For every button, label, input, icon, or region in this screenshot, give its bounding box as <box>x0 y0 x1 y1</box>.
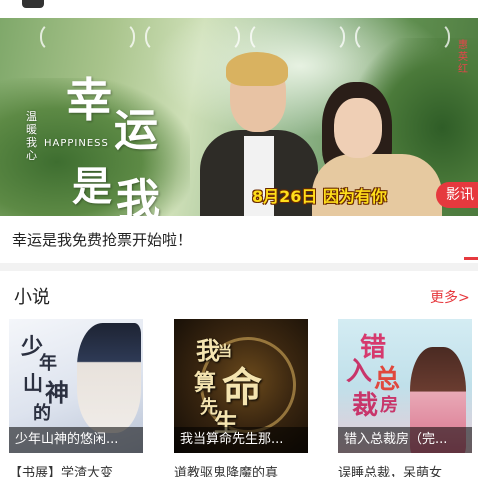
book-card[interactable]: 我 当 算 命 先 生 我当算命先生那... 道教驱鬼降魔的真 <box>174 319 308 477</box>
more-link[interactable]: 更多> <box>430 287 470 307</box>
cover-title-char: 裁 <box>352 391 379 421</box>
book-description[interactable]: 【书展】学渣大变 <box>9 462 149 477</box>
cover-title-char: 房 <box>380 395 398 416</box>
title-english: HAPPINESS <box>44 138 109 149</box>
status-icon <box>22 0 44 8</box>
book-cover[interactable]: 错 入 总 裁 房 错入总裁房（完... <box>338 319 472 453</box>
movie-title: 幸 运 HAPPINESS 是 我 <box>44 64 202 216</box>
book-card[interactable]: 错 入 总 裁 房 错入总裁房（完... 误睡总裁，呆萌女 <box>338 319 472 477</box>
banner-headline[interactable]: 幸运是我免费抢票开始啦！ <box>12 229 192 250</box>
title-char: 是 <box>72 163 112 210</box>
cover-title-char: 入 <box>346 357 373 387</box>
book-card[interactable]: 少 年 山 神 的 少年山神的悠闲... 【书展】学渣大变 <box>9 319 143 477</box>
book-list: 少 年 山 神 的 少年山神的悠闲... 【书展】学渣大变 我 当 算 命 先 … <box>9 319 478 477</box>
book-title-overlay: 少年山神的悠闲... <box>9 427 143 453</box>
title-char: 幸 <box>66 73 112 127</box>
title-char: 运 <box>114 105 158 156</box>
cover-title-char: 的 <box>33 403 51 424</box>
cover-title-char: 我 <box>196 336 220 365</box>
banner-cast-text: 惠英红 <box>458 40 468 75</box>
book-cover[interactable]: 我 当 算 命 先 生 我当算命先生那... <box>174 319 308 453</box>
cover-art <box>77 323 141 433</box>
top-bar <box>0 0 478 18</box>
title-char: 我 <box>116 175 160 216</box>
book-title-overlay: 错入总裁房（完... <box>338 427 472 453</box>
book-description[interactable]: 误睡总裁，呆萌女 <box>338 462 478 477</box>
section-divider <box>0 263 478 271</box>
laurel-icon <box>355 22 450 52</box>
cover-title-char: 山 <box>23 371 43 395</box>
book-cover[interactable]: 少 年 山 神 的 少年山神的悠闲... <box>9 319 143 453</box>
page-indicator <box>464 257 478 260</box>
laurel-icon <box>40 22 135 52</box>
book-description[interactable]: 道教驱鬼降魔的真 <box>174 462 314 477</box>
section-title: 小说 <box>14 287 50 308</box>
showtimes-button[interactable]: 影讯 <box>436 182 478 208</box>
movie-banner[interactable]: 幸 运 HAPPINESS 是 我 温暖我心 惠英红 8月26日 因为有你 影讯 <box>0 18 478 216</box>
release-date: 8月26日 因为有你 <box>252 187 387 206</box>
book-title-overlay: 我当算命先生那... <box>174 427 308 453</box>
banner-side-text: 温暖我心 <box>26 110 37 162</box>
